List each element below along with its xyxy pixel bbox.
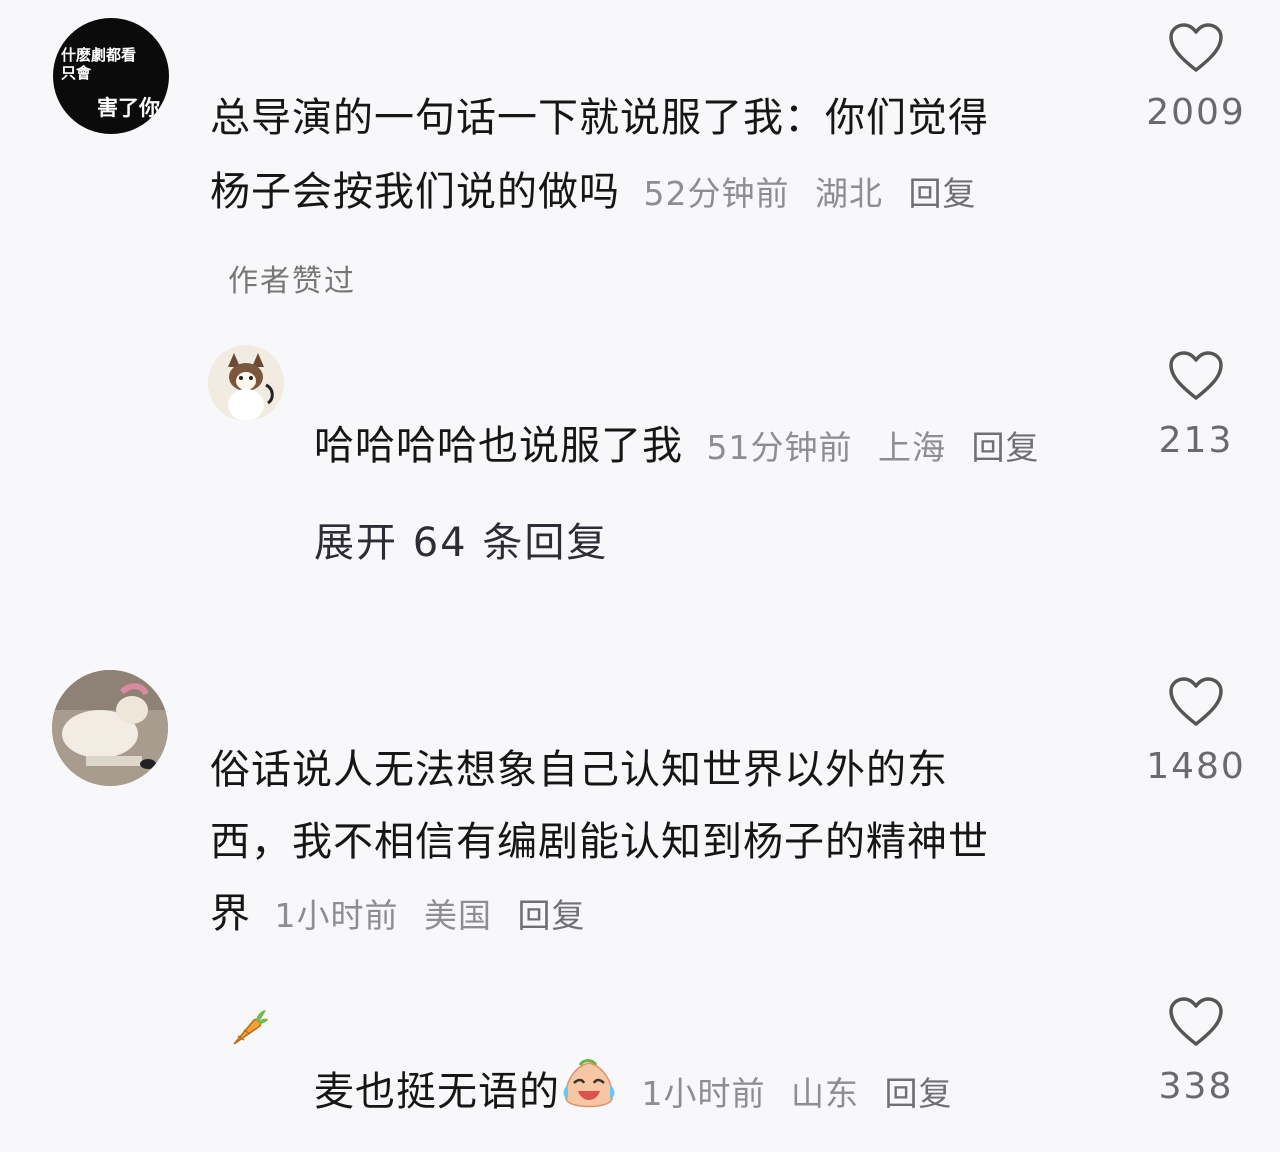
comment-4-reply-button[interactable]: 回复 [885, 1074, 953, 1113]
comment-3-like[interactable]: 1480 [1136, 676, 1256, 787]
author-liked-badge: 作者赞过 [228, 264, 356, 299]
comment-3-text-line3: 界 [210, 891, 251, 937]
comment-2-text: 哈哈哈哈也说服了我 [314, 423, 683, 469]
comment-1-text-line1: 总导演的一句话一下就说服了我：你们觉得 [210, 95, 989, 141]
avatar-text-line3: 害了你 [97, 95, 160, 120]
comment-4-text: 麦也挺无语的 [314, 1069, 560, 1115]
comment-1-time: 52分钟前 [643, 174, 790, 213]
comment-4-time: 1小时前 [641, 1074, 766, 1113]
heart-outline-icon[interactable] [1168, 350, 1224, 402]
comment-4-line: 麦也挺无语的 1小时前 山东 回复 [314, 1056, 953, 1128]
comment-4-like[interactable]: 338 [1136, 996, 1256, 1107]
cat-avatar [208, 345, 284, 421]
comment-4-avatar[interactable] [228, 1006, 270, 1048]
comment-3-reply-button[interactable]: 回复 [518, 896, 586, 935]
comment-3-line3: 界 1小时前 美国 回复 [210, 878, 586, 950]
comment-2-like-count: 213 [1158, 420, 1234, 461]
comment-1-location: 湖北 [815, 174, 883, 213]
comment-1-avatar[interactable]: 什麽劇都看 只會 害了你 [53, 18, 169, 134]
comment-4-like-count: 338 [1158, 1066, 1234, 1107]
comment-2-reply-button[interactable]: 回复 [972, 428, 1040, 467]
comment-3-text-line2: 西，我不相信有编剧能认知到杨子的精神世 [210, 819, 989, 865]
comment-3-location: 美国 [424, 896, 492, 935]
comment-3-time: 1小时前 [274, 896, 399, 935]
comment-3-like-count: 1480 [1146, 746, 1246, 787]
heart-outline-icon[interactable] [1168, 676, 1224, 728]
expand-replies-button[interactable]: 展开 64 条回复 [314, 510, 608, 568]
cat-photo-avatar [52, 670, 168, 786]
comment-3-avatar[interactable] [52, 670, 168, 786]
comment-2-location: 上海 [878, 428, 946, 467]
heart-outline-icon[interactable] [1168, 22, 1224, 74]
comment-2-avatar[interactable] [208, 345, 284, 421]
crying-laughing-emoji-icon [563, 1059, 615, 1108]
comment-3-text-line1: 俗话说人无法想象自己认知世界以外的东 [210, 747, 948, 793]
heart-outline-icon[interactable] [1168, 996, 1224, 1048]
comment-2-like[interactable]: 213 [1136, 350, 1256, 461]
comment-2-time: 51分钟前 [706, 428, 853, 467]
carrot-icon [233, 1010, 268, 1045]
comment-1-like-count: 2009 [1146, 92, 1246, 133]
comment-1-line2: 杨子会按我们说的做吗 52分钟前 湖北 回复 [210, 156, 977, 228]
comment-1-text-line2: 杨子会按我们说的做吗 [210, 169, 620, 215]
comment-2-line: 哈哈哈哈也说服了我 51分钟前 上海 回复 [314, 410, 1040, 482]
comment-1-like[interactable]: 2009 [1136, 22, 1256, 133]
comment-1-reply-button[interactable]: 回复 [909, 174, 977, 213]
comment-4-location: 山东 [791, 1074, 859, 1113]
avatar-text-line2: 只會 [61, 64, 92, 82]
